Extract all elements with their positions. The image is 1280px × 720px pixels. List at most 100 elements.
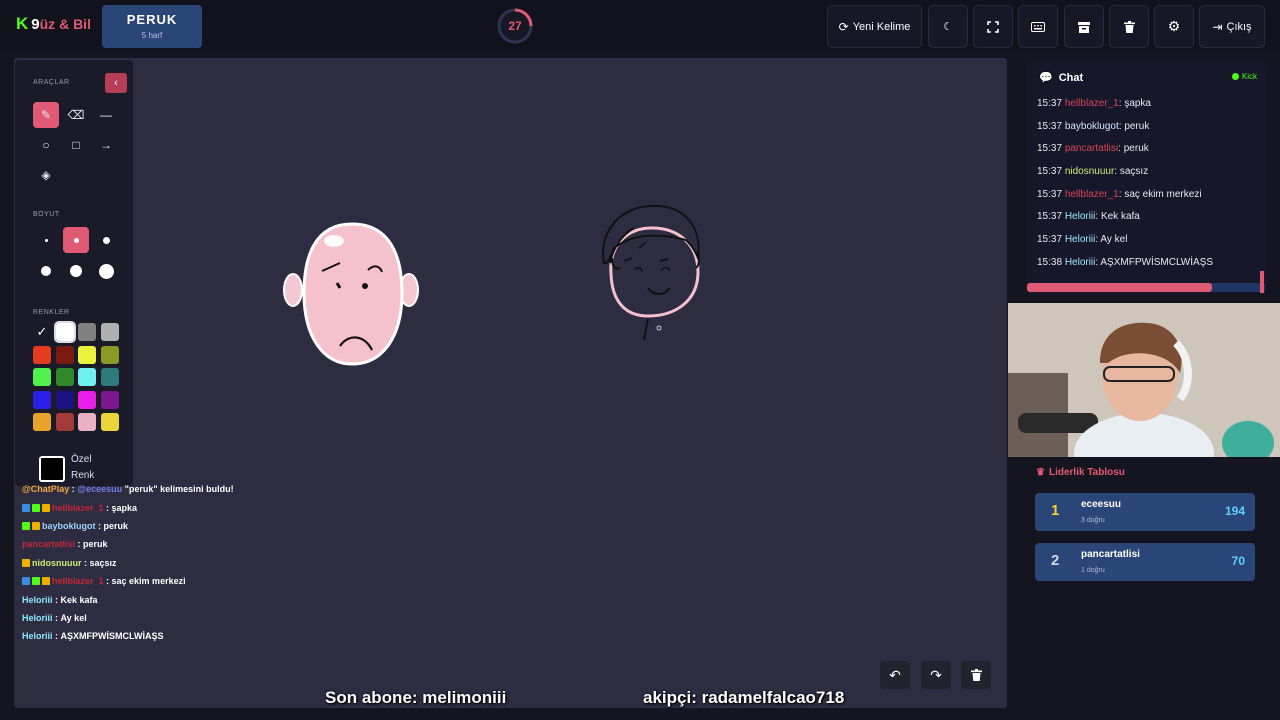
trash-button[interactable] <box>1109 5 1149 48</box>
color-swatch[interactable] <box>100 368 119 387</box>
color-swatch[interactable] <box>55 413 74 432</box>
exit-label: Çıkış <box>1226 20 1252 33</box>
overlay-chat-line: bayboklugot : peruk <box>22 517 322 535</box>
overlay-chat-user: hellblazer_1 <box>52 502 104 513</box>
user-badge-icon <box>42 503 50 512</box>
overlay-chat-user: hellblazer_1 <box>52 576 104 587</box>
new-word-label: Yeni Kelime <box>852 20 911 33</box>
chat-text: saç ekim merkezi <box>1124 188 1202 200</box>
leaderboard-score: 194 <box>1224 504 1245 518</box>
chat-message: 15:37 hellblazer_1: şapka <box>1037 98 1151 109</box>
color-swatch[interactable] <box>33 390 51 409</box>
last-follower-text: akipçi: radamelfalcao718 <box>643 688 845 707</box>
keyboard-button[interactable] <box>1018 5 1058 48</box>
overlay-chat-text: saçsız <box>89 557 117 568</box>
user-badge-icon <box>22 503 30 512</box>
overlay-chat-separator: : <box>81 557 90 568</box>
color-swatch[interactable] <box>78 413 96 432</box>
leaderboard-title: Liderlik Tablosu <box>1048 467 1125 478</box>
tools-section-label: ARAÇLAR <box>33 79 70 86</box>
color-swatch[interactable] <box>55 390 74 409</box>
color-swatch[interactable] <box>33 345 51 364</box>
size-3[interactable] <box>93 227 119 253</box>
size-5[interactable] <box>63 258 89 284</box>
chat-bubbles-icon: 💬 <box>1039 72 1053 84</box>
color-swatch[interactable] <box>78 390 96 409</box>
chat-scroll-thumb[interactable] <box>1027 283 1212 292</box>
chat-user[interactable]: Heloriii <box>1065 211 1096 222</box>
color-swatch[interactable]: ✓ <box>33 323 51 341</box>
chat-scrollbar[interactable] <box>1027 283 1265 292</box>
chat-user[interactable]: hellblazer_1 <box>1065 98 1119 109</box>
chat-text: peruk <box>1124 120 1150 132</box>
chat-user[interactable]: Heloriii <box>1065 234 1096 245</box>
trash-icon <box>1123 20 1135 33</box>
color-swatch[interactable] <box>55 368 74 387</box>
fill-tool[interactable]: ◈ <box>33 162 59 188</box>
eraser-tool[interactable]: ⌫ <box>63 102 89 128</box>
current-word-box: PERUK 5 harf <box>102 5 202 48</box>
crown-icon: ♛ <box>1036 467 1045 478</box>
brush-icon: ✎ <box>40 108 52 122</box>
size-4[interactable] <box>33 258 59 284</box>
line-tool[interactable]: — <box>93 102 119 128</box>
color-swatch[interactable] <box>78 323 96 341</box>
sign-out-icon: ⇥ <box>1212 19 1223 34</box>
chat-message: 15:37 pancartatlisi: peruk <box>1037 143 1149 155</box>
app-logo: K 9 üz & Bil <box>16 14 91 34</box>
chat-scroll-marker <box>1260 271 1264 293</box>
size-2[interactable] <box>63 227 89 253</box>
exit-button[interactable]: ⇥ Çıkış <box>1199 5 1265 48</box>
overlay-chat-text: "peruk" kelimesini buldu! <box>122 484 234 495</box>
color-swatch[interactable] <box>100 345 119 364</box>
keyboard-icon <box>1031 21 1045 32</box>
leaderboard-panel: ♛ Liderlik Tablosu 1 eceesuu 3 doğru 194 2 pan… <box>1027 460 1267 710</box>
pen-tool[interactable]: ✎ <box>33 102 59 128</box>
color-swatch[interactable] <box>78 345 96 364</box>
color-swatch[interactable] <box>100 413 119 432</box>
color-swatch[interactable] <box>78 368 96 387</box>
chat-messages[interactable]: 15:37 hellblazer_1: şapka 15:37 bayboklug… <box>1037 98 1262 280</box>
chat-time: 15:37 <box>1037 188 1063 200</box>
bald-head-drawing <box>283 222 419 366</box>
chat-message: 15:37 bayboklugot: peruk <box>1037 120 1150 132</box>
leaderboard-correct-count: 1 doğru <box>1081 567 1105 574</box>
chat-user[interactable]: Heloriii <box>1065 257 1096 268</box>
overlay-chat-mention: @eceesuu <box>77 484 123 495</box>
color-swatch[interactable] <box>100 323 119 341</box>
color-swatch[interactable] <box>100 390 119 409</box>
circle-tool[interactable]: ○ <box>33 132 59 158</box>
custom-color-picker[interactable] <box>39 456 65 482</box>
webcam-feed <box>1008 303 1280 457</box>
chat-user[interactable]: hellblazer_1 <box>1065 189 1119 200</box>
color-swatch[interactable] <box>53 321 76 343</box>
theme-toggle-button[interactable]: ☾ <box>928 5 968 48</box>
arrow-tool[interactable]: → <box>93 132 119 158</box>
chat-message: 15:37 Heloriii: Ay kel <box>1037 234 1128 246</box>
chat-user[interactable]: pancartatlisi <box>1065 143 1118 154</box>
chat-time: 15:37 <box>1037 166 1063 178</box>
chat-time: 15:37 <box>1037 211 1063 223</box>
clear-canvas-button[interactable] <box>961 661 991 689</box>
redo-button[interactable]: ↷ <box>921 661 951 689</box>
overlay-chat-user: @ChatPlay <box>22 484 70 495</box>
overlay-chat-user: bayboklugot <box>42 520 96 531</box>
fullscreen-button[interactable] <box>973 5 1013 48</box>
fullscreen-icon <box>987 20 999 33</box>
color-swatch[interactable] <box>33 413 51 432</box>
chat-user[interactable]: nidosnuuur <box>1065 166 1114 177</box>
rectangle-tool[interactable]: □ <box>63 132 89 158</box>
color-swatch[interactable] <box>55 345 74 364</box>
new-word-button[interactable]: ⟳ Yeni Kelime <box>827 5 922 48</box>
undo-button[interactable]: ↶ <box>880 661 910 689</box>
chat-user[interactable]: bayboklugot <box>1065 121 1119 132</box>
settings-button[interactable]: ⚙ <box>1154 5 1194 48</box>
size-6[interactable] <box>93 258 119 284</box>
hair-head-drawing <box>602 204 700 341</box>
platform-name: Kick <box>1241 72 1257 81</box>
archive-button[interactable] <box>1064 5 1104 48</box>
size-1[interactable] <box>33 227 59 253</box>
color-swatch[interactable] <box>33 368 51 387</box>
collapse-panel-button[interactable]: ‹ <box>105 73 127 93</box>
overlay-chat-separator: : <box>103 502 112 513</box>
